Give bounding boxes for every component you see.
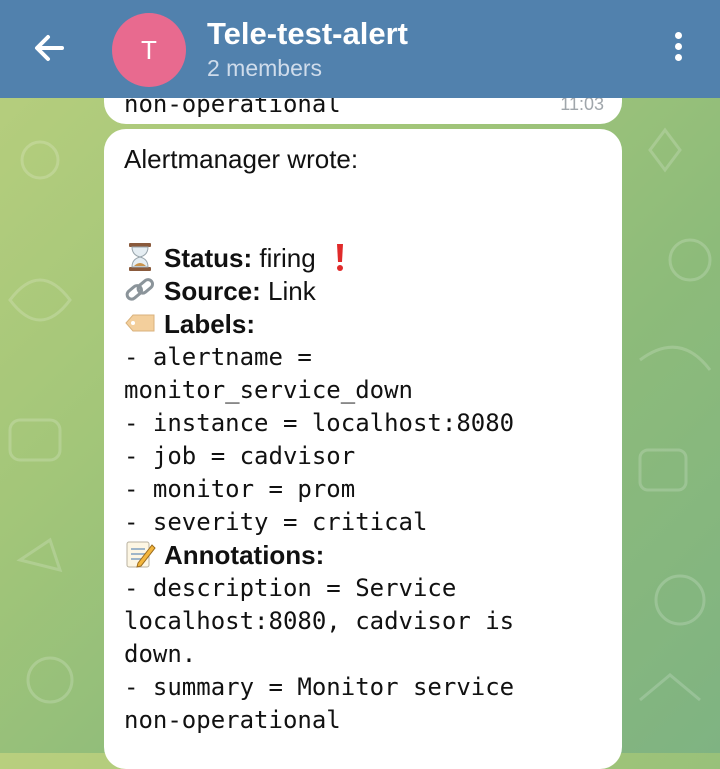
- more-options-icon[interactable]: [660, 28, 696, 68]
- label-line: monitor_service_down: [124, 376, 413, 404]
- status-line: Status: firing: [124, 242, 614, 275]
- annotation-line: non-operational: [124, 706, 341, 734]
- chat-title[interactable]: Tele-test-alert: [207, 16, 408, 52]
- hourglass-icon: [129, 243, 151, 271]
- label-line: - monitor = prom: [124, 475, 356, 503]
- annotation-line: - summary = Monitor service: [124, 673, 515, 701]
- annotation-line: - description = Service: [124, 574, 457, 602]
- link-icon: [125, 278, 155, 301]
- label-line: - severity = critical: [124, 508, 428, 536]
- source-link[interactable]: Link: [261, 276, 316, 306]
- label-line: - alertname =: [124, 343, 312, 371]
- member-count: 2 members: [207, 55, 323, 81]
- annotation-line: down.: [124, 640, 197, 668]
- status-label: Status:: [164, 243, 253, 273]
- red-exclamation-icon: [336, 244, 343, 271]
- annotations-heading-line: Annotations:: [124, 539, 614, 572]
- label-line: - instance = localhost:8080: [124, 409, 515, 437]
- message-intro: Alertmanager wrote:: [124, 144, 359, 174]
- source-label: Source:: [164, 276, 261, 306]
- labels-heading: Labels:: [164, 309, 256, 339]
- annotation-line: localhost:8080, cadvisor is: [124, 607, 515, 635]
- back-arrow-icon[interactable]: [26, 24, 74, 72]
- source-line: Source: Link: [124, 275, 614, 308]
- status-value: firing: [252, 243, 316, 273]
- label-line: - job = cadvisor: [124, 442, 356, 470]
- message-content: Alertmanager wrote: Status: firing Sourc…: [124, 143, 614, 737]
- label-tag-icon: [125, 314, 155, 332]
- memo-icon: [126, 541, 156, 568]
- chat-avatar[interactable]: T: [112, 13, 186, 87]
- labels-heading-line: Labels:: [124, 308, 614, 341]
- annotations-heading: Annotations:: [164, 540, 325, 570]
- chat-header: T Tele-test-alert 2 members: [0, 0, 720, 98]
- alert-message-bubble[interactable]: Alertmanager wrote: Status: firing Sourc…: [104, 129, 622, 769]
